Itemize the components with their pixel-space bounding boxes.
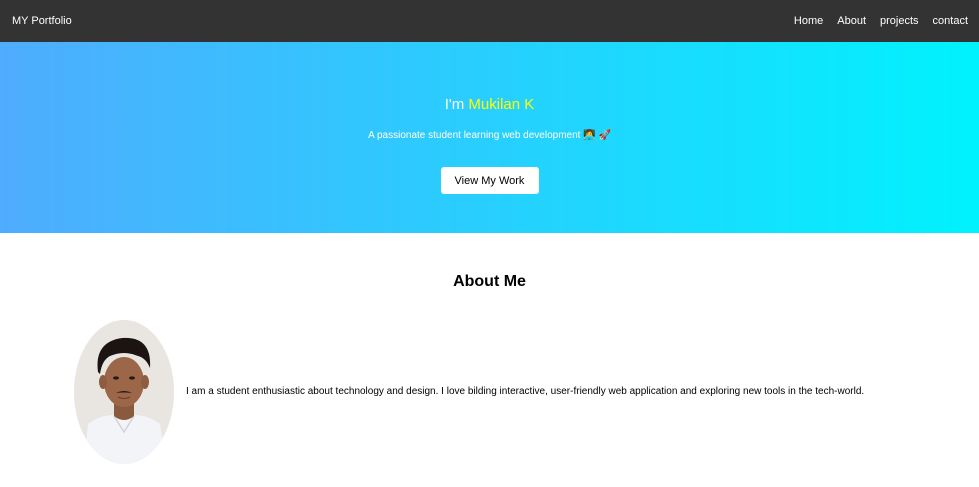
about-section: About Me I am a student enthusiastic abo…: [0, 233, 979, 487]
about-content: I am a student enthusiastic about techno…: [74, 320, 864, 464]
profile-photo: [74, 320, 174, 464]
about-title: About Me: [453, 273, 526, 290]
navbar: MY Portfolio Home About projects contact: [0, 0, 979, 42]
hero-name: Mukilan K: [468, 96, 535, 113]
hero-subtitle-emoji: 👩‍💻 🚀: [583, 130, 611, 141]
hero-greeting: I'm: [444, 96, 469, 113]
hero-subtitle: A passionate student learning web develo…: [368, 130, 611, 142]
nav-links: Home About projects contact: [780, 15, 968, 27]
hero-subtitle-text: A passionate student learning web develo…: [368, 130, 581, 141]
hero-title: I'm Mukilan K: [445, 96, 535, 114]
profile-photo-graphic: [74, 320, 174, 464]
brand-logo[interactable]: MY Portfolio: [12, 15, 72, 27]
view-my-work-button[interactable]: View My Work: [440, 167, 539, 194]
nav-link-home[interactable]: Home: [794, 15, 823, 27]
hero-section: I'm Mukilan K A passionate student learn…: [0, 42, 979, 233]
nav-link-projects[interactable]: projects: [880, 15, 919, 27]
about-description: I am a student enthusiastic about techno…: [186, 386, 865, 397]
nav-link-contact[interactable]: contact: [933, 15, 968, 27]
nav-link-about[interactable]: About: [837, 15, 866, 27]
